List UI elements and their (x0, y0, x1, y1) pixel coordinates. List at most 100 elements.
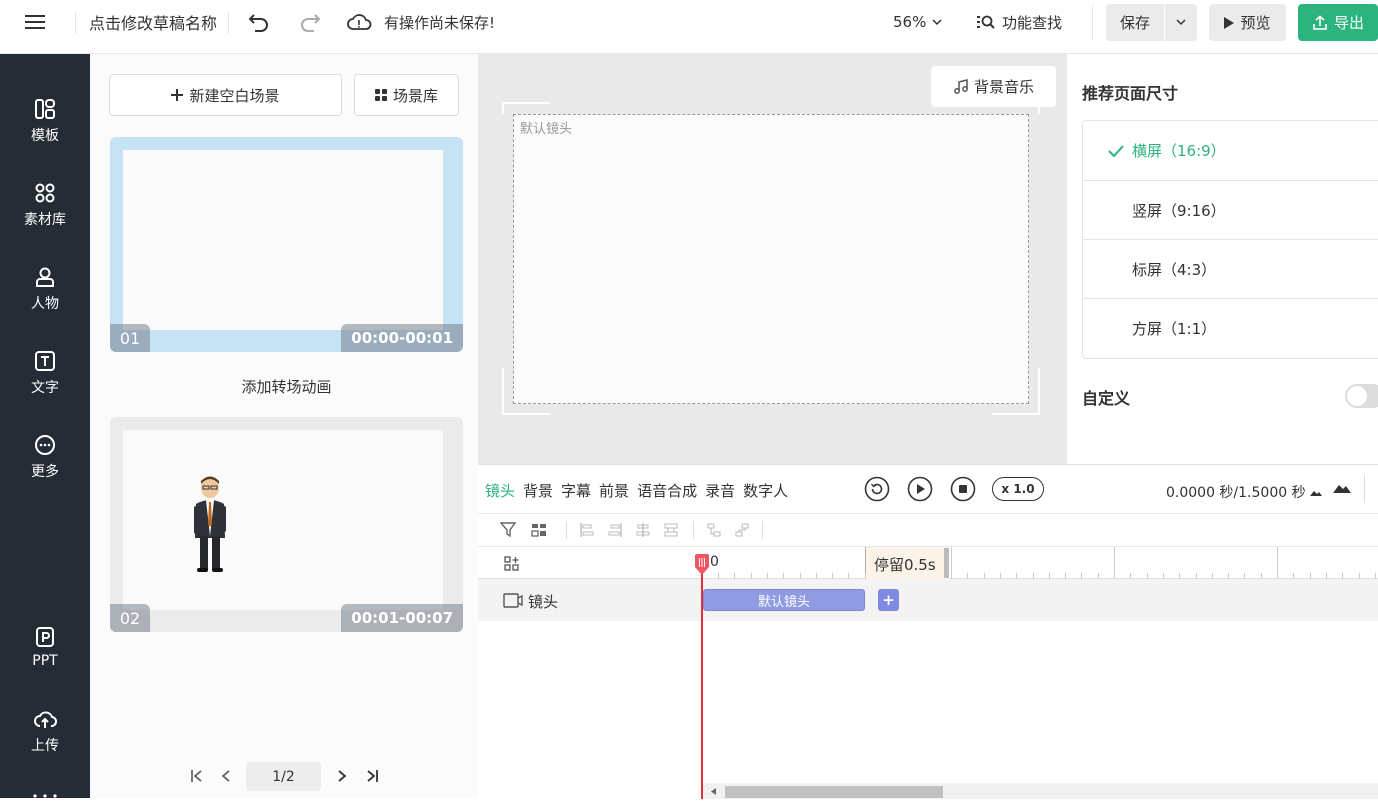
scene-thumbnail (123, 150, 443, 330)
add-transition-link[interactable]: 添加转场动画 (90, 376, 483, 397)
export-icon (1313, 14, 1327, 30)
shot-clip[interactable]: 默认镜头 (703, 589, 865, 611)
zoom-select[interactable]: 56% (893, 0, 942, 44)
tab-tts[interactable]: 语音合成 (637, 480, 697, 501)
align-center-icon[interactable] (635, 522, 651, 538)
default-shot-label: 默认镜头 (520, 122, 573, 137)
replay-icon[interactable] (864, 476, 890, 506)
timeline-ruler[interactable]: 0 停留0.5s (478, 546, 1378, 579)
layer-up-icon[interactable] (706, 522, 722, 538)
size-option-16-9[interactable]: 横屏（16:9） (1083, 121, 1378, 180)
sidebar-item-material[interactable]: 素材库 (0, 170, 90, 240)
custom-size-toggle[interactable] (1345, 384, 1378, 408)
left-sidebar: 模板 素材库 人物 文字 更多 PPT 上传 (0, 54, 90, 798)
ellipsis-icon[interactable] (32, 786, 58, 798)
feature-search-label: 功能查找 (1002, 13, 1063, 32)
unsaved-status: 有操作尚未保存! (384, 13, 496, 32)
zoom-value: 56% (893, 13, 927, 31)
filter-icon[interactable] (500, 522, 518, 538)
sidebar-item-text[interactable]: 文字 (0, 338, 90, 408)
export-button[interactable]: 导出 (1298, 4, 1378, 41)
save-button[interactable]: 保存 (1106, 4, 1164, 41)
sidebar-item-label: 素材库 (24, 211, 66, 228)
next-page-icon[interactable] (334, 768, 350, 784)
scene-time: 00:01-00:07 (341, 604, 463, 632)
template-icon (35, 98, 55, 119)
size-option-label: 竖屏（9:16） (1132, 201, 1226, 220)
sidebar-item-more[interactable]: 更多 (0, 422, 90, 492)
timeline-scrollbar[interactable] (703, 783, 1378, 799)
new-scene-button[interactable]: 新建空白场景 (109, 74, 342, 116)
tab-background[interactable]: 背景 (523, 480, 553, 501)
undo-icon[interactable] (246, 0, 272, 44)
cloud-warning-icon (345, 0, 373, 44)
playhead-line (701, 554, 703, 799)
tab-foreground[interactable]: 前景 (599, 480, 629, 501)
check-icon (1108, 144, 1124, 157)
size-option-9-16[interactable]: 竖屏（9:16） (1083, 180, 1378, 239)
stage-canvas[interactable]: 默认镜头 (513, 114, 1029, 404)
sidebar-item-person[interactable]: 人物 (0, 254, 90, 324)
page-indicator[interactable]: 1/2 (246, 762, 321, 791)
timeline-tabs: 镜头 背景 字幕 前景 语音合成 录音 数字人 (485, 480, 796, 501)
pause-segment[interactable]: 停留0.5s (865, 547, 949, 579)
scene-card[interactable]: 02 00:01-00:07 (110, 417, 463, 632)
prev-page-icon[interactable] (218, 768, 234, 784)
text-icon (35, 350, 55, 371)
scene-library-button[interactable]: 场景库 (354, 74, 459, 116)
size-panel-title: 推荐页面尺寸 (1082, 84, 1179, 103)
scene-thumbnail (123, 430, 443, 610)
scroll-left-icon[interactable] (711, 788, 717, 795)
sidebar-item-upload[interactable]: 上传 (0, 696, 90, 766)
layer-down-icon[interactable] (734, 522, 750, 538)
save-options-button[interactable] (1165, 4, 1197, 41)
zoom-in-icon[interactable] (1332, 482, 1352, 498)
distribute-icon[interactable] (663, 522, 679, 538)
preview-button[interactable]: 预览 (1209, 4, 1286, 41)
tab-shot[interactable]: 镜头 (485, 480, 515, 501)
sidebar-item-template[interactable]: 模板 (0, 86, 90, 156)
scene-card[interactable]: 01 00:00-00:01 (110, 137, 463, 352)
pause-label: 停留0.5s (874, 556, 936, 574)
top-bar: 点击修改草稿名称 有操作尚未保存! 56% 功能查找 保存 预览 导出 (0, 0, 1378, 54)
tab-digital-human[interactable]: 数字人 (743, 480, 788, 501)
sidebar-item-ppt[interactable]: PPT (0, 612, 90, 682)
zoom-out-icon[interactable] (1309, 485, 1323, 501)
speed-button[interactable]: x 1.0 (992, 477, 1044, 501)
draft-name[interactable]: 点击修改草稿名称 (89, 0, 217, 44)
tab-recording[interactable]: 录音 (705, 480, 735, 501)
play-icon[interactable] (907, 476, 933, 506)
stop-icon[interactable] (950, 476, 976, 506)
bg-music-label: 背景音乐 (973, 78, 1034, 96)
feature-search-button[interactable]: 功能查找 (976, 0, 1062, 44)
camera-icon (503, 593, 523, 608)
menu-icon[interactable] (22, 0, 48, 44)
split-icon[interactable] (530, 522, 548, 538)
redo-icon[interactable] (297, 0, 323, 44)
track-grid-icon[interactable] (504, 556, 520, 572)
bg-music-button[interactable]: 背景音乐 (931, 66, 1056, 107)
first-page-icon[interactable] (189, 768, 205, 784)
tab-subtitle[interactable]: 字幕 (561, 480, 591, 501)
last-page-icon[interactable] (364, 768, 380, 784)
size-option-1-1[interactable]: 方屏（1:1） (1083, 298, 1378, 357)
chevron-down-icon (932, 18, 942, 25)
size-option-label: 标屏（4:3） (1132, 260, 1217, 279)
size-panel: 推荐页面尺寸 横屏（16:9） 竖屏（9:16） 标屏（4:3） 方屏（1:1）… (1067, 54, 1378, 464)
scrollbar-thumb[interactable] (725, 786, 943, 798)
ruler-start-label: 0 (710, 554, 719, 570)
timeline-panel: 镜头 背景 字幕 前景 语音合成 录音 数字人 x 1.0 0.0000 秒/1… (478, 464, 1378, 799)
preview-label: 预览 (1240, 14, 1271, 32)
ruler-tick (951, 547, 952, 579)
align-left-icon[interactable] (579, 522, 595, 538)
size-option-label: 横屏（16:9） (1132, 142, 1226, 160)
playhead-handle[interactable] (694, 554, 710, 576)
time-display: 0.0000 秒/1.5000 秒 (1166, 485, 1306, 501)
add-clip-button[interactable]: + (878, 589, 899, 611)
size-option-label: 方屏（1:1） (1132, 319, 1217, 338)
canvas-area: 背景音乐 默认镜头 (478, 54, 1067, 464)
sidebar-item-label: PPT (32, 652, 58, 669)
align-right-icon[interactable] (607, 522, 623, 538)
pause-handle[interactable] (944, 548, 949, 578)
size-option-4-3[interactable]: 标屏（4:3） (1083, 239, 1378, 298)
